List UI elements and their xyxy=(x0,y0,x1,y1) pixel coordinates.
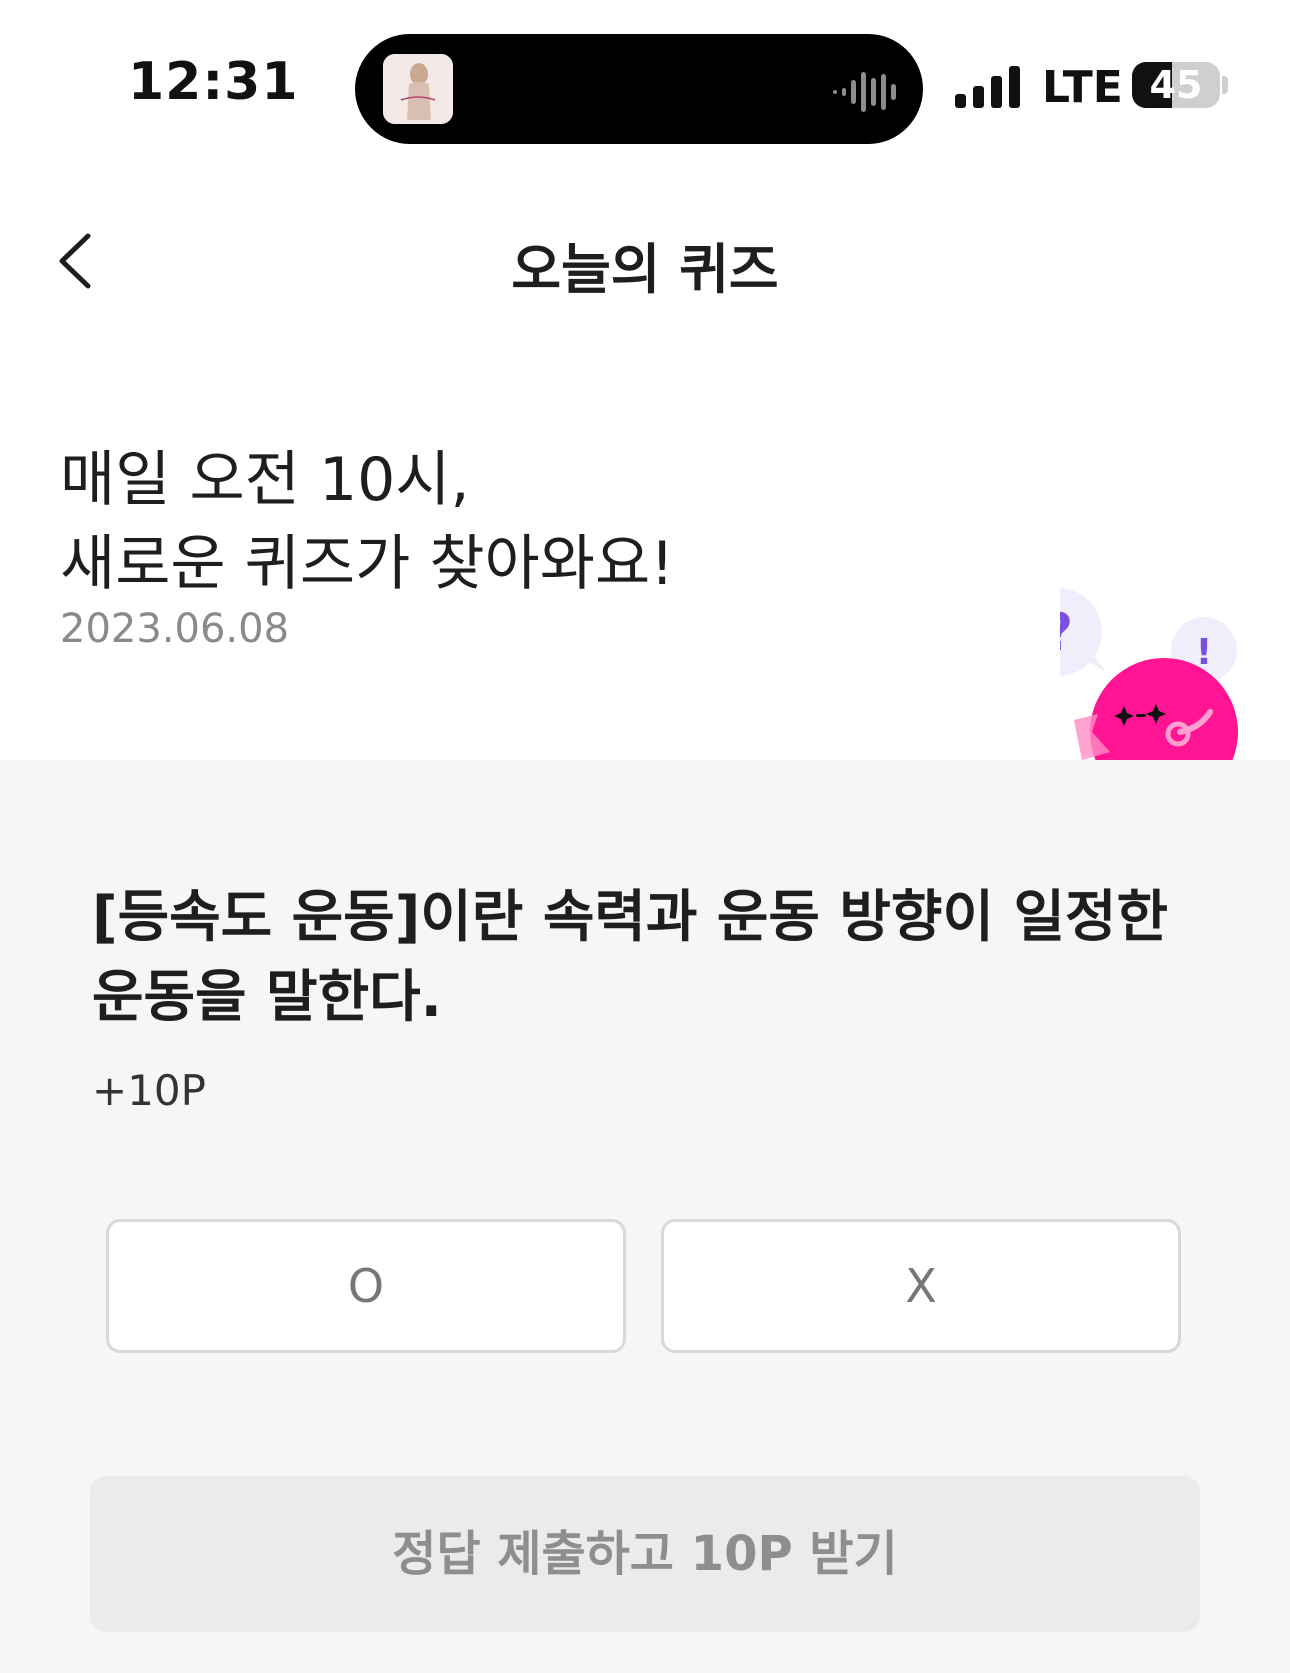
dynamic-island[interactable] xyxy=(355,34,923,144)
submit-answer-button[interactable]: 정답 제출하고 10P 받기 xyxy=(90,1476,1200,1632)
status-time: 12:31 xyxy=(128,52,299,112)
quiz-intro-text: 매일 오전 10시, 새로운 퀴즈가 찾아와요! xyxy=(60,438,960,606)
quiz-mascot-illustration: ? ! xyxy=(1014,582,1240,806)
intro-line-2: 새로운 퀴즈가 찾아와요! xyxy=(60,529,675,599)
quiz-date: 2023.06.08 xyxy=(60,606,290,652)
page-title: 오늘의 퀴즈 xyxy=(511,238,779,301)
answer-x-button[interactable]: X xyxy=(661,1219,1181,1353)
battery-icon: 45 xyxy=(1132,62,1220,108)
network-type: LTE xyxy=(1042,62,1123,113)
battery-level: 45 xyxy=(1149,63,1203,107)
cellular-signal-icon xyxy=(955,66,1023,108)
question-mark-text: ? xyxy=(1060,603,1073,663)
battery-nub xyxy=(1222,76,1228,94)
answer-o-button[interactable]: O xyxy=(106,1219,626,1353)
reward-points: +10P xyxy=(92,1066,206,1115)
quiz-question: [등속도 운동]이란 속력과 운동 방향이 일정한 운동을 말한다. xyxy=(92,885,1169,1030)
now-playing-artwork[interactable] xyxy=(383,54,453,124)
audio-waveform-icon xyxy=(833,70,897,118)
intro-line-1: 매일 오전 10시, xyxy=(60,445,470,515)
